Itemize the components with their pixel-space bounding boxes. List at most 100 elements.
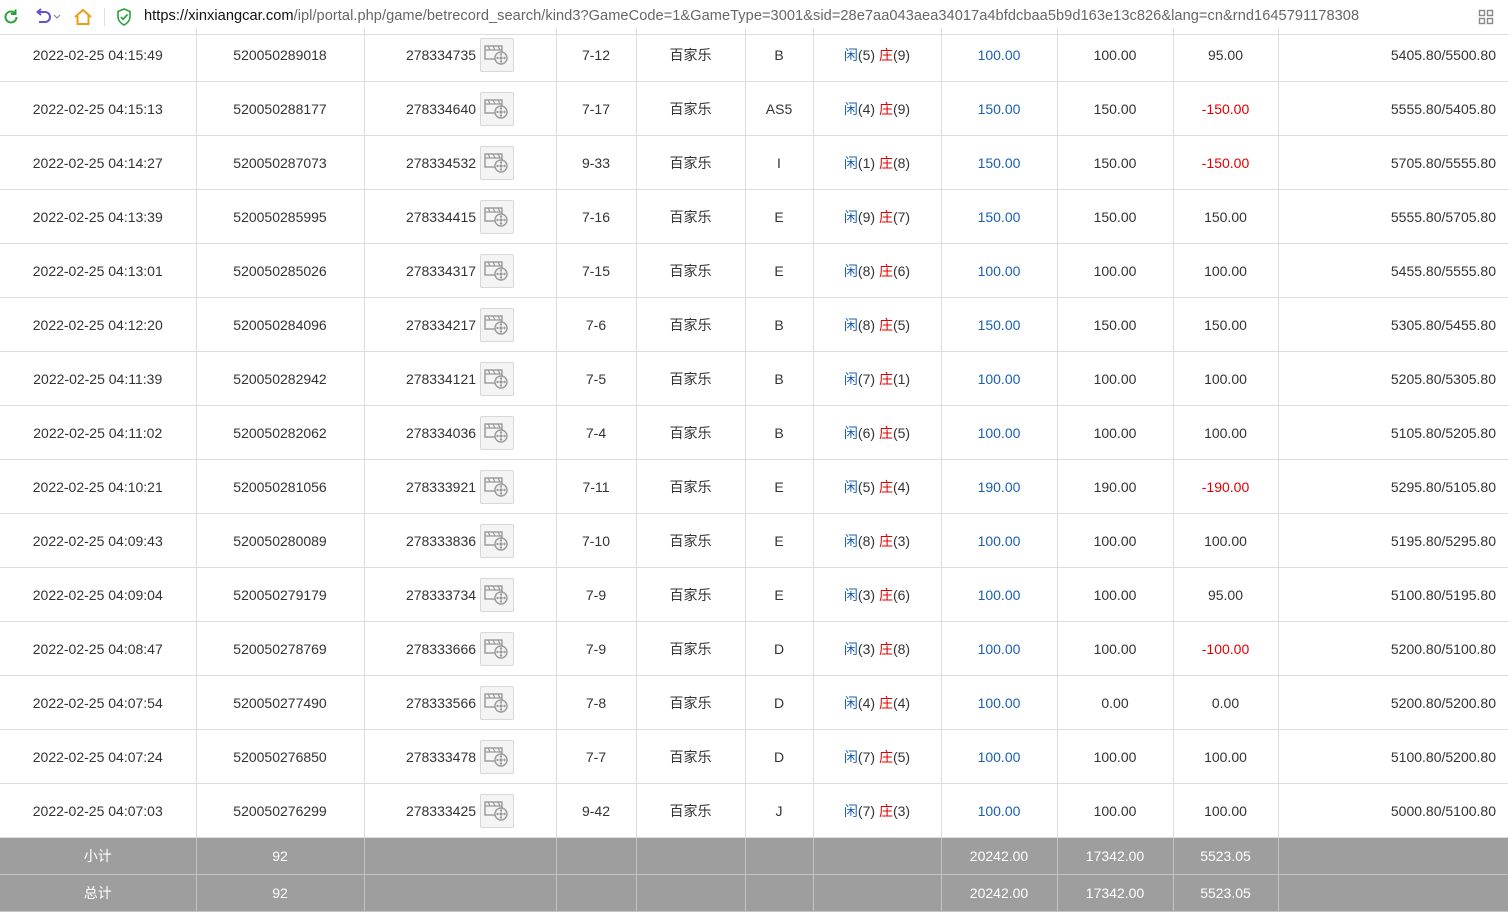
player-label: 闲 <box>843 154 858 171</box>
table-row: 2022-02-25 04:12:20 520050284096 278334217… <box>0 297 1508 352</box>
valid-bet: 100.00 <box>1057 621 1174 676</box>
game-number-cell: 278334735 <box>364 28 557 82</box>
table-row: 2022-02-25 04:09:04 520050279179 278333734… <box>0 567 1508 622</box>
refresh-icon[interactable] <box>0 6 22 28</box>
banker-label: 庄 <box>878 748 893 765</box>
bet-amount: 100.00 <box>941 567 1058 622</box>
shoe-round: 7-16 <box>556 189 637 244</box>
game-result: 闲(3) 庄(8) <box>813 621 942 676</box>
player-label: 闲 <box>843 316 858 333</box>
player-label: 闲 <box>843 100 858 117</box>
video-replay-icon[interactable] <box>480 523 515 558</box>
balance-change: 5555.80/5705.80 <box>1278 189 1508 244</box>
bet-time: 2022-02-25 04:12:20 <box>0 297 197 352</box>
total-bet: 20242.00 <box>941 874 1058 912</box>
game-type: 百家乐 <box>636 351 746 406</box>
table-row: 2022-02-25 04:13:01 520050285026 278334317… <box>0 243 1508 298</box>
bet-time: 2022-02-25 04:07:03 <box>0 783 197 838</box>
shoe-round: 7-6 <box>556 297 637 352</box>
game-number: 278334036 <box>405 424 477 441</box>
video-replay-icon[interactable] <box>480 793 515 828</box>
bet-amount: 100.00 <box>941 729 1058 784</box>
table-row: 2022-02-25 04:08:47 520050278769 278333666… <box>0 621 1508 676</box>
game-result: 闲(4) 庄(9) <box>813 81 942 136</box>
home-icon[interactable] <box>72 6 94 28</box>
player-points: (4) <box>857 100 876 117</box>
video-replay-icon[interactable] <box>480 307 515 342</box>
address-bar[interactable]: https://xinxiangcar.com/ipl/portal.php/g… <box>144 8 1359 24</box>
balance-change: 5200.80/5200.80 <box>1278 675 1508 730</box>
banker-label: 庄 <box>878 532 893 549</box>
win-loss: -150.00 <box>1173 81 1279 136</box>
win-loss: 100.00 <box>1173 729 1279 784</box>
shoe-round: 7-15 <box>556 243 637 298</box>
back-icon[interactable] <box>30 6 64 28</box>
video-replay-icon[interactable] <box>480 631 515 666</box>
bet-time: 2022-02-25 04:13:01 <box>0 243 197 298</box>
valid-bet: 100.00 <box>1057 243 1174 298</box>
video-replay-icon[interactable] <box>480 739 515 774</box>
game-number: 278334735 <box>405 46 477 63</box>
bet-id: 520050285026 <box>196 243 365 298</box>
bet-id: 520050288177 <box>196 81 365 136</box>
banker-label: 庄 <box>878 586 893 603</box>
toolbar-divider <box>104 8 105 26</box>
video-replay-icon[interactable] <box>480 145 515 180</box>
banker-points: (7) <box>892 208 911 225</box>
game-result: 闲(9) 庄(7) <box>813 189 942 244</box>
win-loss: -190.00 <box>1173 459 1279 514</box>
apps-grid-icon[interactable] <box>1478 9 1494 28</box>
balance-change: 5205.80/5305.80 <box>1278 351 1508 406</box>
bet-amount: 150.00 <box>941 189 1058 244</box>
video-replay-icon[interactable] <box>480 361 515 396</box>
video-replay-icon[interactable] <box>480 91 515 126</box>
balance-change: 5195.80/5295.80 <box>1278 513 1508 568</box>
banker-points: (6) <box>892 586 911 603</box>
video-replay-icon[interactable] <box>480 415 515 450</box>
game-number: 278333478 <box>405 748 477 765</box>
bet-time: 2022-02-25 04:13:39 <box>0 189 197 244</box>
table-code: D <box>745 675 814 730</box>
valid-bet: 100.00 <box>1057 783 1174 838</box>
bet-id: 520050278769 <box>196 621 365 676</box>
table-row: 2022-02-25 04:14:27 520050287073 278334532… <box>0 135 1508 190</box>
video-replay-icon[interactable] <box>480 577 515 612</box>
valid-bet: 100.00 <box>1057 405 1174 460</box>
valid-bet: 150.00 <box>1057 135 1174 190</box>
shoe-round: 9-33 <box>556 135 637 190</box>
valid-bet: 100.00 <box>1057 28 1174 82</box>
secure-shield-icon[interactable] <box>116 8 132 29</box>
video-replay-icon[interactable] <box>480 37 515 72</box>
win-loss: 150.00 <box>1173 189 1279 244</box>
win-loss: 100.00 <box>1173 405 1279 460</box>
banker-points: (3) <box>892 802 911 819</box>
game-number-cell: 278333666 <box>364 621 557 676</box>
player-label: 闲 <box>843 802 858 819</box>
video-replay-icon[interactable] <box>480 469 515 504</box>
video-replay-icon[interactable] <box>480 685 515 720</box>
player-label: 闲 <box>843 586 858 603</box>
bet-amount: 150.00 <box>941 297 1058 352</box>
video-replay-icon[interactable] <box>480 253 515 288</box>
game-type: 百家乐 <box>636 783 746 838</box>
valid-bet: 100.00 <box>1057 567 1174 622</box>
video-replay-icon[interactable] <box>480 199 515 234</box>
game-number: 278333666 <box>405 640 477 657</box>
table-row: 2022-02-25 04:07:03 520050276299 278333425… <box>0 783 1508 838</box>
game-result: 闲(1) 庄(8) <box>813 135 942 190</box>
bet-time: 2022-02-25 04:08:47 <box>0 621 197 676</box>
table-code: D <box>745 729 814 784</box>
table-code: E <box>745 567 814 622</box>
win-loss: 95.00 <box>1173 567 1279 622</box>
bet-amount: 100.00 <box>941 405 1058 460</box>
shoe-round: 7-8 <box>556 675 637 730</box>
game-type: 百家乐 <box>636 459 746 514</box>
bet-id: 520050281056 <box>196 459 365 514</box>
banker-points: (4) <box>892 478 911 495</box>
game-result: 闲(7) 庄(1) <box>813 351 942 406</box>
player-points: (5) <box>857 478 876 495</box>
banker-label: 庄 <box>878 154 893 171</box>
valid-bet: 100.00 <box>1057 729 1174 784</box>
subtotal-bet: 20242.00 <box>941 837 1058 875</box>
dropdown-icon[interactable] <box>53 14 61 20</box>
